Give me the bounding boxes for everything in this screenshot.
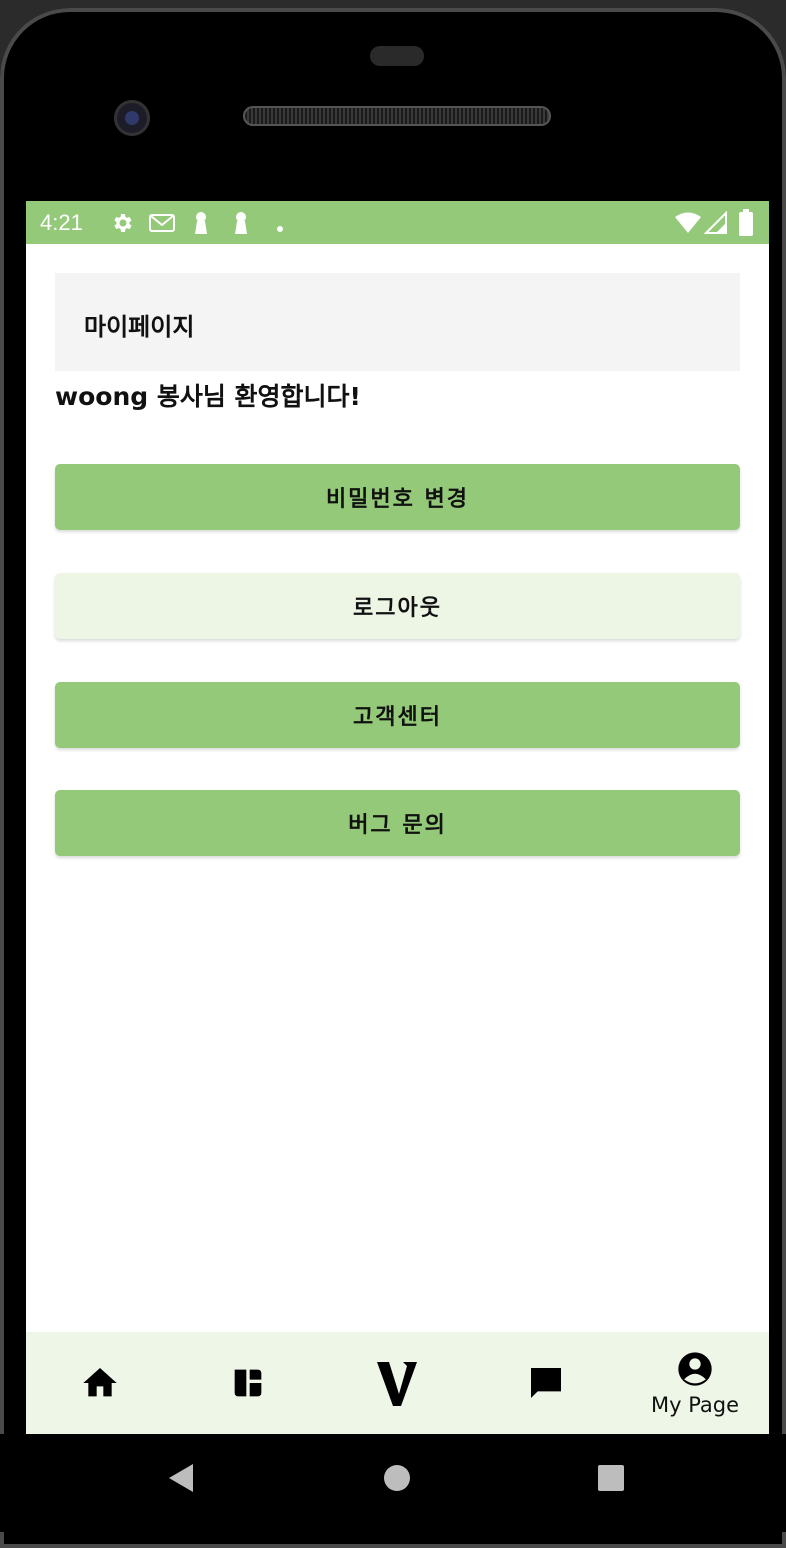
change-password-button[interactable]: 비밀번호 변경 — [55, 464, 740, 530]
battery-icon — [738, 209, 754, 241]
logout-button[interactable]: 로그아웃 — [55, 573, 740, 639]
dot-icon — [276, 218, 284, 237]
keyhole-icon — [192, 211, 210, 239]
nav-my-page-label: My Page — [650, 1393, 740, 1417]
nav-main[interactable] — [323, 1332, 471, 1434]
v-logo-icon — [377, 1362, 417, 1406]
page-header: 마이페이지 — [55, 273, 740, 371]
bug-report-button[interactable]: 버그 문의 — [55, 790, 740, 856]
app-screen: 4:21 마이페이지 woong 봉사님 환영합니다! 비밀번호 변경 로그아웃 — [26, 201, 769, 1434]
customer-center-button[interactable]: 고객센터 — [55, 682, 740, 748]
front-camera — [114, 100, 150, 136]
chat-icon — [531, 1368, 561, 1398]
recents-icon[interactable] — [597, 1464, 625, 1492]
home-icon — [83, 1368, 117, 1397]
signal-icon — [703, 210, 728, 239]
earpiece-speaker — [243, 106, 551, 126]
status-time: 4:21 — [40, 210, 83, 235]
top-sensor — [370, 46, 424, 66]
nav-board[interactable] — [174, 1332, 322, 1434]
back-icon[interactable] — [167, 1462, 195, 1494]
status-bar: 4:21 — [26, 201, 769, 244]
system-navigation-bar — [0, 1434, 786, 1532]
bottom-navigation: My Page — [26, 1332, 769, 1434]
page-title: 마이페이지 — [84, 313, 195, 341]
nav-chat[interactable] — [472, 1332, 620, 1434]
account-circle-icon — [678, 1352, 712, 1386]
home-circle-icon[interactable] — [383, 1464, 411, 1492]
nav-home[interactable] — [26, 1332, 174, 1434]
wifi-icon — [674, 211, 702, 239]
nav-my-page[interactable]: My Page — [621, 1332, 769, 1434]
keyhole-icon — [232, 211, 250, 239]
gmail-icon — [148, 211, 176, 239]
dashboard-icon — [234, 1369, 262, 1397]
welcome-message: woong 봉사님 환영합니다! — [55, 382, 361, 411]
gear-icon — [110, 211, 134, 239]
